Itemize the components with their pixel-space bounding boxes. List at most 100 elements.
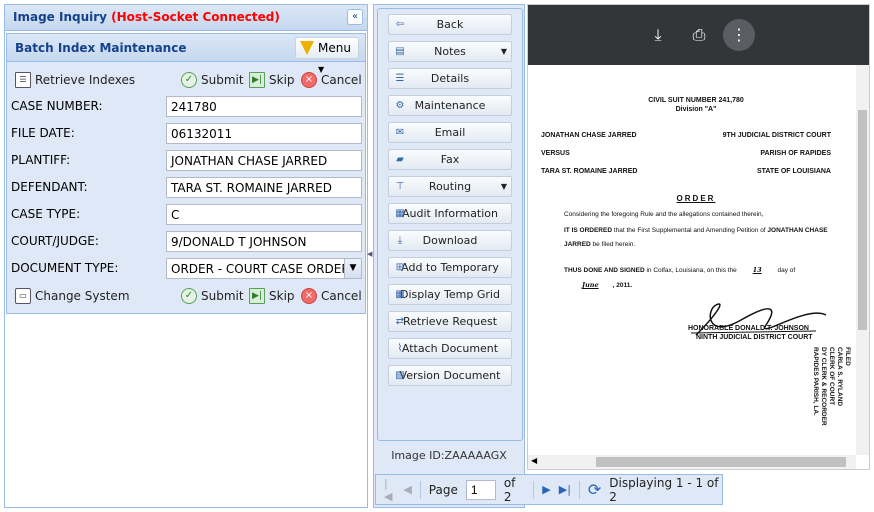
skip-icon: ▶| xyxy=(249,288,265,304)
action-label: Back xyxy=(436,18,464,31)
prev-page-icon[interactable]: ◀ xyxy=(403,483,411,496)
menu-label: Menu xyxy=(318,41,351,55)
action-label: Download xyxy=(422,234,478,247)
cancel-icon: × xyxy=(301,288,317,304)
retrieve-indexes-button[interactable]: ☰ Retrieve Indexes xyxy=(15,72,135,88)
action-button-version-document[interactable]: ▨ Version Document xyxy=(388,365,512,386)
label: Change System xyxy=(35,289,130,303)
field-input[interactable]: 9/DONALD T JOHNSON xyxy=(166,231,362,252)
next-page-icon[interactable]: ▶ xyxy=(542,483,550,496)
field-input[interactable]: TARA ST. ROMAINE JARRED xyxy=(166,177,362,198)
skip-icon: ▶| xyxy=(249,72,265,88)
refresh-icon[interactable]: ⟳ xyxy=(588,480,601,499)
chevron-down-icon[interactable]: ▼ xyxy=(344,259,361,278)
scroll-thumb[interactable] xyxy=(596,457,846,467)
action-button-download[interactable]: ⤓ Download xyxy=(388,230,512,251)
action-button-display-temp-grid[interactable]: ▦ Display Temp Grid xyxy=(388,284,512,305)
doc-paragraph-1: Considering the foregoing Rule and the a… xyxy=(564,211,764,218)
action-label: Routing xyxy=(428,180,472,193)
add-icon: ⊞ xyxy=(395,262,405,273)
stamp-line: FILED xyxy=(844,347,851,366)
action-button-add-to-temporary[interactable]: ⊞ Add to Temporary xyxy=(388,257,512,278)
t: in Colfax, Louisiana, on this the xyxy=(644,267,739,274)
doc-judge-court: NINTH JUDICIAL DISTRICT COURT xyxy=(696,334,813,341)
field-input[interactable]: 241780 xyxy=(166,96,362,117)
collapse-button[interactable]: « xyxy=(347,9,363,25)
action-button-notes[interactable]: ▤ Notes ▼ xyxy=(388,41,512,62)
doc-heading: ORDER xyxy=(676,194,716,203)
paperclip-icon: ⌇ xyxy=(397,343,403,354)
action-button-retrieve-request[interactable]: ⇄ Retrieve Request xyxy=(388,311,512,332)
action-label: Notes xyxy=(434,45,466,58)
image-inquiry-panel: Image Inquiry (Host-Socket Connected) « … xyxy=(4,4,368,508)
document-type-select[interactable]: ORDER - COURT CASE ORDER ▼ xyxy=(166,258,362,279)
action-button-fax[interactable]: ▰ Fax xyxy=(388,149,512,170)
action-label: Display Temp Grid xyxy=(400,288,500,301)
label: Skip xyxy=(269,289,295,303)
action-button-maintenance[interactable]: ⚙ Maintenance xyxy=(388,95,512,116)
submit-button-bottom[interactable]: ✓ Submit xyxy=(181,288,244,304)
viewer-toolbar: ⤓ ⎙ ⋮ xyxy=(528,5,869,65)
field-input[interactable]: C xyxy=(166,204,362,225)
cancel-button[interactable]: × Cancel xyxy=(301,72,362,88)
system-icon: ▭ xyxy=(15,288,31,304)
action-button-attach-document[interactable]: ⌇ Attach Document xyxy=(388,338,512,359)
change-system-button[interactable]: ▭ Change System xyxy=(15,288,130,304)
more-options-icon[interactable]: ⋮ xyxy=(723,19,755,51)
field-input[interactable]: 06132011 xyxy=(166,123,362,144)
label: Skip xyxy=(269,73,295,87)
field-label: CASE NUMBER: xyxy=(11,99,103,113)
stamp-line: CLERK OF COURT xyxy=(828,347,835,406)
request-icon: ⇄ xyxy=(395,316,405,327)
print-icon[interactable]: ⎙ xyxy=(683,19,715,51)
action-button-audit-information[interactable]: ▦ Audit Information xyxy=(388,203,512,224)
download-icon: ⤓ xyxy=(397,235,403,246)
action-label: Fax xyxy=(440,153,460,166)
menu-button[interactable]: Menu ▼ xyxy=(295,37,359,74)
skip-button-bottom[interactable]: ▶| Skip xyxy=(249,288,295,304)
last-page-icon[interactable]: ▶| xyxy=(559,483,571,496)
stamp-line: RAPIDES PARISH, LA. xyxy=(812,347,819,416)
field-value: 241780 xyxy=(171,100,217,114)
scroll-left-icon[interactable]: ◀ xyxy=(531,456,537,465)
panel-title: Image Inquiry (Host-Socket Connected) xyxy=(13,10,280,24)
field-input[interactable]: JONATHAN CHASE JARRED xyxy=(166,150,362,171)
action-button-routing[interactable]: ⊤ Routing ▼ xyxy=(388,176,512,197)
action-label: Details xyxy=(430,72,470,85)
panel-header: Image Inquiry (Host-Socket Connected) « xyxy=(5,5,367,31)
horizontal-scrollbar[interactable]: ◀ xyxy=(528,455,856,469)
doc-paragraph-2: IT IS ORDERED that the First Supplementa… xyxy=(564,224,834,252)
stamp-line: CARLA S. RYLAND xyxy=(836,347,843,407)
page-number-input[interactable] xyxy=(465,479,496,500)
skip-button[interactable]: ▶| Skip xyxy=(249,72,295,88)
field-label: FILE DATE: xyxy=(11,126,75,140)
doc-judge: HONORABLE DONALD T. JOHNSON xyxy=(688,325,809,332)
submit-button[interactable]: ✓ Submit xyxy=(181,72,244,88)
actions-panel: ⇦ Back ▤ Notes ▼ ☰ Details ⚙ Maintenance ✉ Email ▰ F… xyxy=(373,4,525,508)
doc-versus: VERSUS xyxy=(541,150,570,157)
check-icon: ✓ xyxy=(181,288,197,304)
label: Submit xyxy=(201,289,244,303)
routing-icon: ⊤ xyxy=(395,181,405,192)
cancel-button-bottom[interactable]: × Cancel xyxy=(301,288,362,304)
chevron-down-icon: ▼ xyxy=(500,47,507,56)
section-title: Batch Index Maintenance xyxy=(15,41,187,55)
download-icon[interactable]: ⤓ xyxy=(642,19,674,51)
separator xyxy=(419,480,421,499)
field-label: COURT/JUDGE: xyxy=(11,234,99,248)
doc-paragraph-3: THUS DONE AND SIGNED in Colfax, Louisian… xyxy=(564,263,856,293)
field-label: PLANTIFF: xyxy=(11,153,71,167)
field-label: DOCUMENT TYPE: xyxy=(11,261,119,275)
field-value: JONATHAN CHASE JARRED xyxy=(171,154,328,168)
doc-defendant: TARA ST. ROMAINE JARRED xyxy=(541,168,638,175)
scroll-thumb[interactable] xyxy=(858,110,867,330)
first-page-icon[interactable]: |◀ xyxy=(384,477,395,503)
grid-icon: ▦ xyxy=(395,289,405,300)
field-value: TARA ST. ROMAINE JARRED xyxy=(171,181,332,195)
image-id: Image ID:ZAAAAAGX xyxy=(391,449,507,462)
signed-month: June xyxy=(582,281,599,289)
action-button-back[interactable]: ⇦ Back xyxy=(388,14,512,35)
vertical-scrollbar[interactable] xyxy=(856,65,869,455)
action-button-details[interactable]: ☰ Details xyxy=(388,68,512,89)
action-button-email[interactable]: ✉ Email xyxy=(388,122,512,143)
